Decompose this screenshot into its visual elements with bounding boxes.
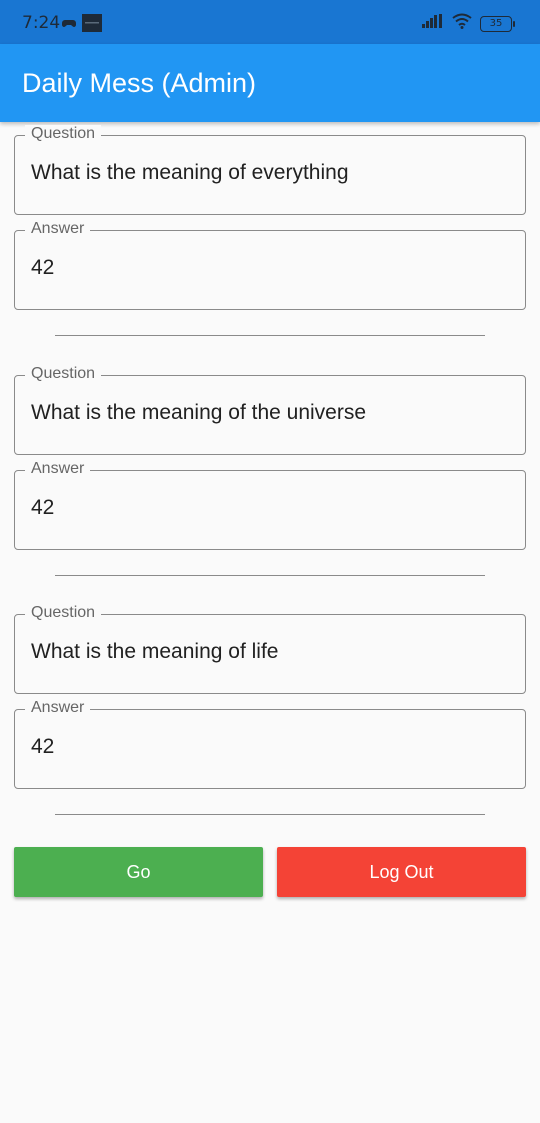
answer-field-1[interactable]: Answer 42 <box>14 220 526 310</box>
question-field-2[interactable]: Question What is the meaning of the univ… <box>14 365 526 455</box>
status-time: 7:24 <box>22 13 61 33</box>
question-field-3[interactable]: Question What is the meaning of life <box>14 604 526 694</box>
answer-label: Answer <box>25 460 91 478</box>
question-label: Question <box>25 604 102 622</box>
divider <box>55 814 485 815</box>
answer-value[interactable]: 42 <box>31 496 54 520</box>
answer-label: Answer <box>25 220 91 238</box>
question-label: Question <box>25 365 102 383</box>
notification-image-icon <box>82 14 102 37</box>
question-value[interactable]: What is the meaning of the universe <box>31 401 366 425</box>
answer-value[interactable]: 42 <box>31 256 54 280</box>
wifi-icon <box>452 13 472 34</box>
answer-field-2[interactable]: Answer 42 <box>14 460 526 550</box>
question-label: Question <box>25 125 102 143</box>
status-bar: 7:24 35 <box>0 0 540 44</box>
signal-icon <box>422 14 444 33</box>
status-right-icons: 35 <box>422 13 515 34</box>
question-value[interactable]: What is the meaning of life <box>31 640 278 664</box>
battery-icon: 35 <box>480 15 515 32</box>
go-button[interactable]: Go <box>14 847 263 897</box>
log-out-button[interactable]: Log Out <box>277 847 526 897</box>
divider <box>55 575 485 576</box>
game-controller-icon <box>62 17 76 35</box>
page-title: Daily Mess (Admin) <box>22 68 257 98</box>
answer-value[interactable]: 42 <box>31 735 54 759</box>
divider <box>55 335 485 336</box>
app-bar: Daily Mess (Admin) <box>0 44 540 122</box>
answer-field-3[interactable]: Answer 42 <box>14 699 526 789</box>
answer-label: Answer <box>25 699 91 717</box>
status-left-icons <box>62 14 102 37</box>
question-field-1[interactable]: Question What is the meaning of everythi… <box>14 125 526 215</box>
question-value[interactable]: What is the meaning of everything <box>31 161 349 185</box>
